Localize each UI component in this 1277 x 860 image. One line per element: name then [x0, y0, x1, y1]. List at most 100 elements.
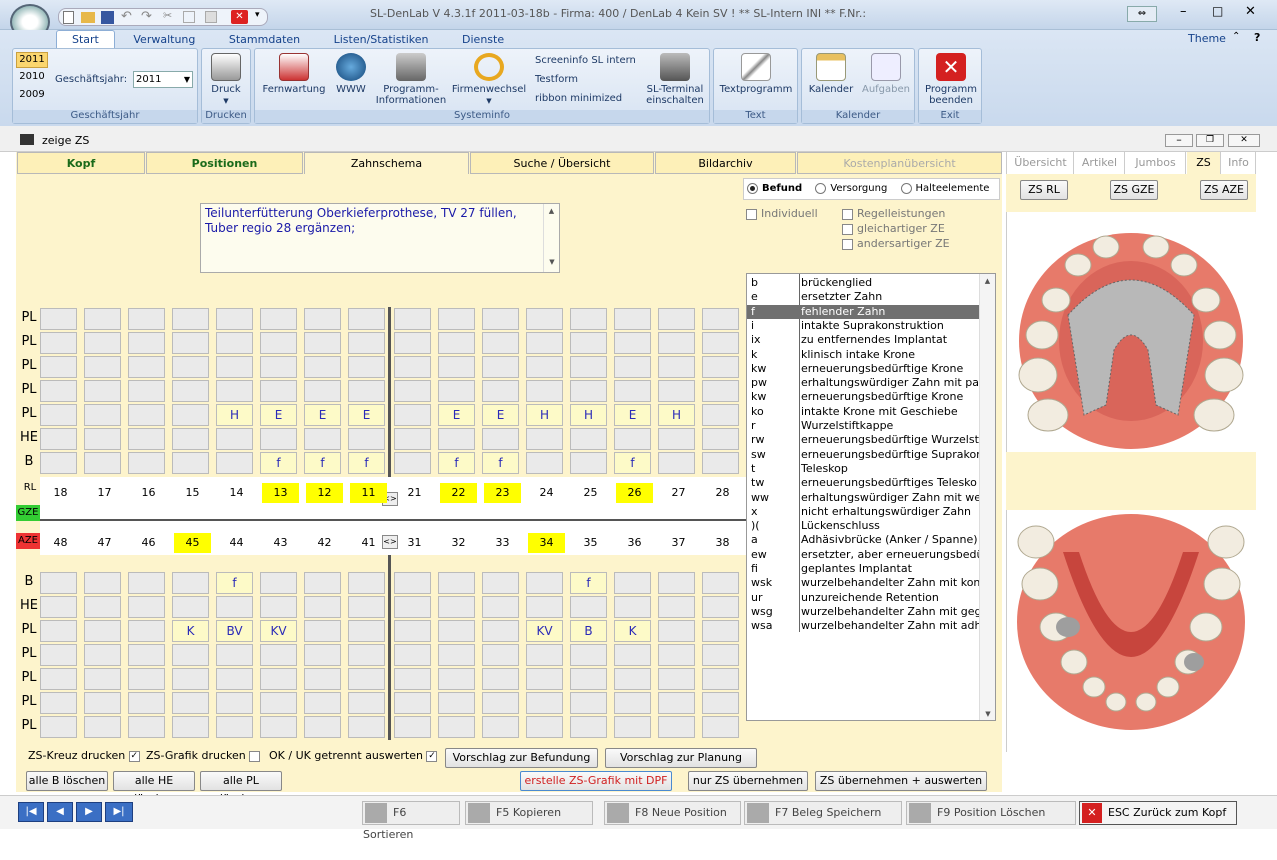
list-item[interactable]: r Wurzelstiftkappe	[747, 419, 979, 433]
tooth-number[interactable]: 16	[130, 483, 167, 503]
grid-cell[interactable]	[40, 668, 77, 690]
grid-cell[interactable]: f	[216, 572, 253, 594]
cut-icon[interactable]: ✂	[163, 9, 172, 22]
restore-window-icon[interactable]: ⇔	[1127, 6, 1157, 22]
theme-menu[interactable]: Theme	[1188, 32, 1226, 45]
vorschlag-planung-button[interactable]: Vorschlag zur Planung	[605, 748, 757, 768]
grid-cell[interactable]	[658, 668, 695, 690]
list-item[interactable]: x nicht erhaltungswürdiger Zahn	[747, 505, 979, 519]
grid-cell[interactable]	[84, 716, 121, 738]
grid-cell[interactable]	[172, 716, 209, 738]
grid-cell[interactable]	[128, 644, 165, 666]
tooth-number[interactable]: 46	[130, 533, 167, 553]
grid-cell[interactable]	[172, 668, 209, 690]
grid-cell[interactable]	[348, 428, 385, 450]
tooth-number[interactable]: 35	[572, 533, 609, 553]
grid-cell[interactable]	[438, 428, 475, 450]
tooth-number[interactable]: 41	[350, 533, 387, 553]
grid-cell[interactable]	[526, 644, 563, 666]
grid-cell[interactable]	[570, 308, 607, 330]
tooth-number[interactable]: 44	[218, 533, 255, 553]
collapse-ribbon-icon[interactable]: ⌃	[1232, 31, 1240, 42]
list-item[interactable]: t Teleskop	[747, 462, 979, 476]
grid-cell[interactable]	[658, 428, 695, 450]
zs-aze-button[interactable]: ZS AZE	[1200, 180, 1248, 200]
grid-cell[interactable]	[658, 596, 695, 618]
rtab-zs[interactable]: ZS	[1187, 152, 1221, 174]
grid-cell[interactable]	[304, 596, 341, 618]
grid-cell[interactable]	[438, 620, 475, 642]
programm-info-button[interactable]: Programm- Informationen	[373, 53, 449, 106]
grid-cell[interactable]	[348, 596, 385, 618]
grid-cell[interactable]: H	[216, 404, 253, 426]
testform-button[interactable]: Testform	[535, 74, 578, 85]
grid-cell[interactable]	[526, 452, 563, 474]
grid-cell[interactable]	[84, 356, 121, 378]
grid-cell[interactable]	[614, 668, 651, 690]
grid-cell[interactable]	[128, 332, 165, 354]
list-item[interactable]: wsk wurzelbehandelter Zahn mit kont	[747, 576, 979, 590]
grid-cell[interactable]	[304, 380, 341, 402]
check-regel[interactable]: Regelleistungen	[842, 207, 945, 220]
grid-cell[interactable]	[348, 668, 385, 690]
grid-cell[interactable]: H	[658, 404, 695, 426]
grid-cell[interactable]	[348, 380, 385, 402]
tooth-number[interactable]: 18	[42, 483, 79, 503]
grid-cell[interactable]	[128, 668, 165, 690]
textprogramm-button[interactable]: Textprogramm	[716, 53, 796, 95]
tooth-number[interactable]: 22	[440, 483, 477, 503]
alle-he-loeschen-button[interactable]: alle HE löscher	[113, 771, 195, 805]
rtab-artikel[interactable]: Artikel	[1075, 152, 1125, 174]
grid-cell[interactable]: B	[570, 620, 607, 642]
sl-terminal-button[interactable]: SL-Terminal einschalten	[640, 53, 710, 106]
f6-sortieren-button[interactable]: F6 Sortieren	[362, 801, 460, 841]
radio-befund[interactable]: Befund	[747, 182, 802, 194]
grid-cell[interactable]: f	[438, 452, 475, 474]
grid-cell[interactable]	[526, 668, 563, 690]
aufgaben-button[interactable]: Aufgaben	[860, 53, 912, 95]
grid-cell[interactable]	[614, 380, 651, 402]
grid-cell[interactable]	[304, 308, 341, 330]
ribbon-tab-listen[interactable]: Listen/Statistiken	[319, 31, 444, 49]
nur-zs-uebernehmen-button[interactable]: nur ZS übernehmen	[688, 771, 808, 791]
grid-cell[interactable]	[84, 644, 121, 666]
grid-cell[interactable]	[84, 308, 121, 330]
grid-cell[interactable]	[614, 572, 651, 594]
open-icon[interactable]	[81, 12, 95, 23]
grid-cell[interactable]	[260, 716, 297, 738]
grid-cell[interactable]: E	[348, 404, 385, 426]
close-red-icon[interactable]: ✕	[231, 10, 248, 24]
list-item[interactable]: tw erneuerungsbedürftiges Telesko	[747, 476, 979, 490]
grid-cell[interactable]	[128, 308, 165, 330]
grid-cell[interactable]	[526, 428, 563, 450]
grid-cell[interactable]	[570, 452, 607, 474]
tooth-number[interactable]: 38	[704, 533, 741, 553]
grid-cell[interactable]	[702, 332, 739, 354]
screeninfo-button[interactable]: Screeninfo SL intern	[535, 55, 636, 66]
grid-cell[interactable]	[40, 692, 77, 714]
grid-cell[interactable]	[260, 668, 297, 690]
druck-button[interactable]: Druck ▼	[206, 53, 246, 107]
tooth-number[interactable]: 32	[440, 533, 477, 553]
zs-grafik-check[interactable]: ZS-Grafik drucken	[146, 749, 264, 762]
grid-cell[interactable]	[304, 668, 341, 690]
grid-cell[interactable]	[482, 308, 519, 330]
list-item[interactable]: sw erneuerungsbedürftige Suprakor	[747, 448, 979, 462]
doc-close-icon[interactable]: ✕	[1228, 134, 1260, 147]
grid-cell[interactable]	[172, 404, 209, 426]
grid-cell[interactable]	[172, 644, 209, 666]
save-icon[interactable]	[101, 11, 114, 24]
tooth-number[interactable]: 37	[660, 533, 697, 553]
list-item[interactable]: wsa wurzelbehandelter Zahn mit adh	[747, 619, 979, 633]
grid-cell[interactable]	[614, 644, 651, 666]
minimize-window-icon[interactable]: –	[1180, 4, 1187, 19]
list-item[interactable]: b brückenglied	[747, 276, 979, 290]
grid-cell[interactable]	[128, 428, 165, 450]
grid-cell[interactable]	[172, 692, 209, 714]
dropdown-icon[interactable]: ▾	[255, 10, 260, 20]
zs-kreuz-check[interactable]: ZS-Kreuz drucken ✓	[28, 749, 144, 762]
grid-cell[interactable]	[526, 596, 563, 618]
tooth-number[interactable]: 15	[174, 483, 211, 503]
tooth-number[interactable]: 24	[528, 483, 565, 503]
grid-cell[interactable]	[526, 716, 563, 738]
